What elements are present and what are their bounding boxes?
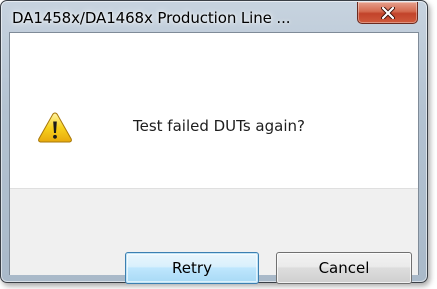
close-x-icon [380,6,395,19]
window-title: DA1458x/DA1468x Production Line ... [12,9,291,27]
dialog-client-area: Test failed DUTs again? Retry Cancel [9,32,419,284]
title-bar[interactable]: DA1458x/DA1468x Production Line ... [1,1,427,31]
message-area: Test failed DUTs again? [10,33,418,189]
warning-icon [37,111,73,143]
message-dialog-window: DA1458x/DA1468x Production Line ... Test… [0,0,428,284]
retry-button[interactable]: Retry [125,252,259,284]
button-bar: Retry Cancel [10,189,418,284]
dialog-message: Test failed DUTs again? [133,117,305,135]
close-button[interactable] [357,2,418,24]
cancel-button[interactable]: Cancel [276,252,412,284]
